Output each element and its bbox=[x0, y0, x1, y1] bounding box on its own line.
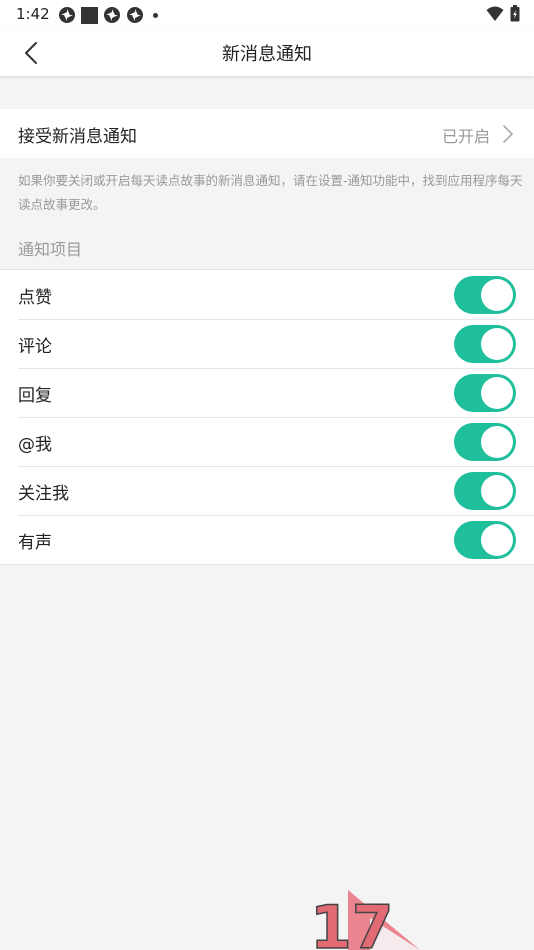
square-icon bbox=[81, 6, 98, 24]
item-label: 点赞 bbox=[18, 288, 52, 308]
aperture-icon bbox=[104, 7, 120, 23]
toggle-knob bbox=[481, 426, 513, 458]
battery-icon bbox=[510, 5, 520, 22]
accept-notification-row[interactable]: 接受新消息通知 已开启 bbox=[0, 109, 534, 158]
accept-notification-label: 接受新消息通知 bbox=[18, 127, 137, 147]
svg-text:17: 17 bbox=[310, 893, 394, 950]
list-item-reply: 回复 bbox=[0, 368, 534, 417]
item-label: 回复 bbox=[18, 386, 52, 406]
item-label: @我 bbox=[18, 435, 52, 455]
toggle-knob bbox=[481, 279, 513, 311]
notification-icons bbox=[58, 6, 158, 24]
toggle-knob bbox=[481, 328, 513, 360]
chevron-right-icon bbox=[503, 125, 513, 143]
mention-toggle[interactable] bbox=[454, 423, 516, 461]
notification-items-list: 点赞 评论 回复 @我 关注我 有声 bbox=[0, 269, 534, 565]
list-item-like: 点赞 bbox=[0, 270, 534, 319]
item-label: 评论 bbox=[18, 337, 52, 357]
item-label: 有声 bbox=[18, 533, 52, 553]
status-time: 1:42 bbox=[16, 5, 50, 23]
item-label: 关注我 bbox=[18, 484, 69, 504]
list-item-comment: 评论 bbox=[0, 319, 534, 368]
comment-toggle[interactable] bbox=[454, 325, 516, 363]
list-item-mention: @我 bbox=[0, 417, 534, 466]
toggle-knob bbox=[481, 377, 513, 409]
hint-text: 如果你要关闭或开启每天读点故事的新消息通知，请在设置-通知功能中，找到应用程序每… bbox=[18, 173, 523, 212]
wifi-icon bbox=[486, 6, 504, 21]
toggle-knob bbox=[481, 475, 513, 507]
list-item-follow: 关注我 bbox=[0, 466, 534, 515]
system-icons bbox=[486, 5, 520, 22]
section-title: 通知项目 bbox=[18, 240, 83, 259]
toggle-knob bbox=[481, 524, 513, 556]
accept-notification-status: 已开启 bbox=[441, 127, 490, 146]
list-item-audio: 有声 bbox=[0, 515, 534, 564]
dot-icon bbox=[153, 12, 158, 18]
watermark-logo: 17 bbox=[309, 890, 420, 950]
like-toggle[interactable] bbox=[454, 276, 516, 314]
reply-toggle[interactable] bbox=[454, 374, 516, 412]
audio-toggle[interactable] bbox=[454, 521, 516, 559]
page-title: 新消息通知 bbox=[222, 44, 312, 65]
nav-bar: 新消息通知 bbox=[0, 28, 534, 76]
aperture-icon bbox=[127, 7, 143, 23]
status-bar: 1:42 bbox=[0, 0, 534, 28]
follow-toggle[interactable] bbox=[454, 472, 516, 510]
aperture-icon bbox=[59, 7, 75, 23]
